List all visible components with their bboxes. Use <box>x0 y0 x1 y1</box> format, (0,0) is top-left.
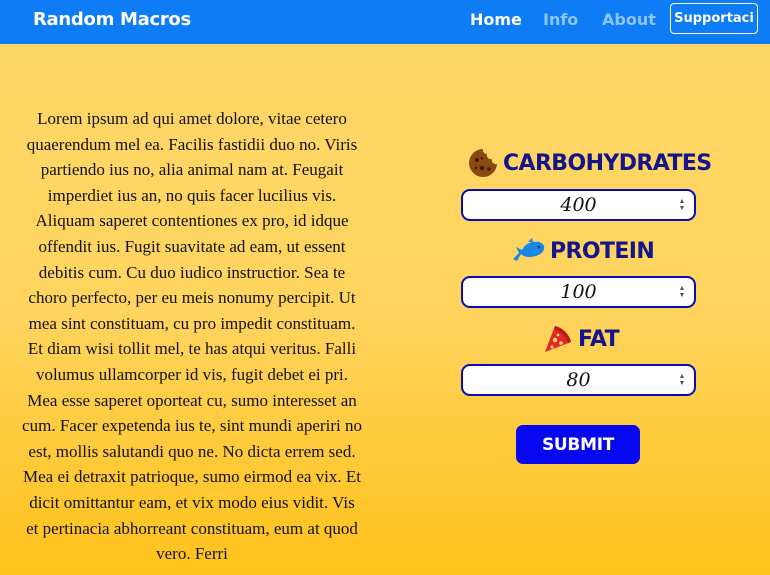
fat-label: FAT <box>578 326 620 352</box>
carbohydrates-heading: CARBOHYDRATES <box>468 146 712 180</box>
nav-info-link[interactable]: Info <box>543 10 578 29</box>
fat-stepper[interactable]: ▲ ▼ <box>678 373 686 387</box>
carbohydrates-value: 400 <box>560 194 597 216</box>
fish-icon <box>513 238 545 261</box>
support-button[interactable]: Supportaci <box>670 3 758 34</box>
protein-input[interactable]: 100 ▲ ▼ <box>461 276 696 308</box>
carbohydrates-stepper[interactable]: ▲ ▼ <box>678 198 686 212</box>
cookie-icon <box>469 149 497 177</box>
protein-value: 100 <box>560 281 597 303</box>
carbohydrates-label: CARBOHYDRATES <box>503 150 712 176</box>
fat-heading: FAT <box>543 322 620 356</box>
fat-value: 80 <box>566 369 591 391</box>
navbar: Random Macros Home Info About Supportaci <box>0 0 770 44</box>
protein-heading: PROTEIN <box>511 234 655 268</box>
carbohydrates-input[interactable]: 400 ▲ ▼ <box>461 189 696 221</box>
pizza-icon <box>545 326 571 352</box>
submit-button[interactable]: SUBMIT <box>516 425 640 464</box>
fat-input[interactable]: 80 ▲ ▼ <box>461 364 696 396</box>
brand-logo[interactable]: Random Macros <box>33 9 191 30</box>
lorem-text: Lorem ipsum ad qui amet dolore, vitae ce… <box>22 109 362 564</box>
protein-label: PROTEIN <box>550 238 655 264</box>
nav-home-link[interactable]: Home <box>470 10 522 29</box>
nav-about-link[interactable]: About <box>602 10 656 29</box>
protein-stepper[interactable]: ▲ ▼ <box>678 285 686 299</box>
